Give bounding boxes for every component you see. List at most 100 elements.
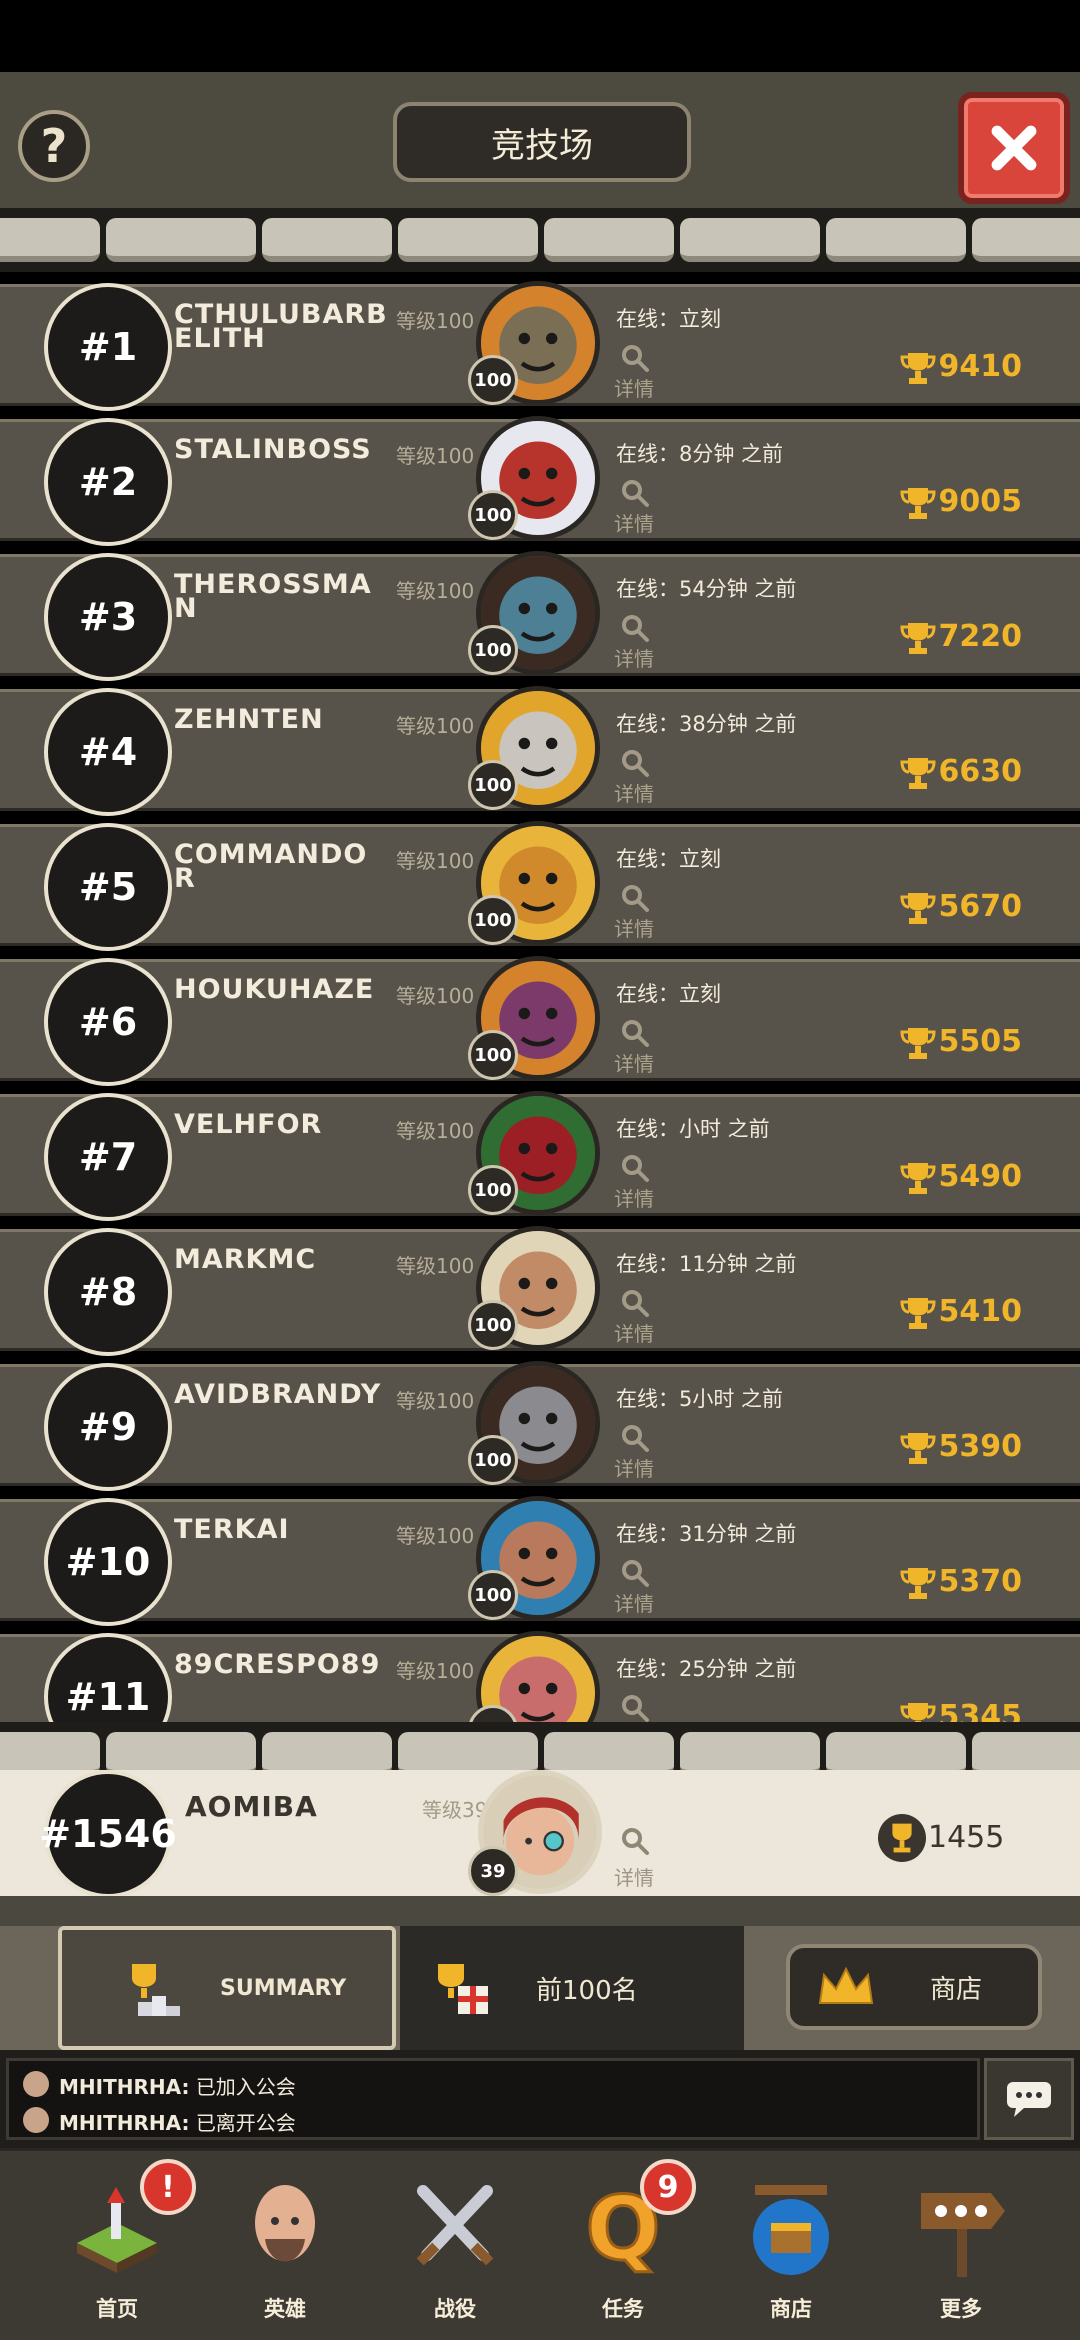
player-level: 等级100 [396, 984, 475, 1008]
rank-number: #4 [44, 688, 172, 816]
online-status: 在线：54分钟 之前 [616, 577, 797, 601]
search-icon[interactable] [620, 1826, 650, 1856]
detail-link[interactable]: 详情 [614, 508, 654, 537]
nav-quests[interactable]: Q 9 任务 [538, 2151, 708, 2340]
trophy-icon [900, 893, 936, 924]
my-level-badge: 39 [468, 1846, 518, 1896]
detail-link[interactable]: 详情 [614, 1183, 654, 1212]
search-icon[interactable] [620, 1018, 650, 1048]
nav-home-label: 首页 [96, 2297, 138, 2321]
nav-campaign[interactable]: 战役 [370, 2151, 540, 2340]
search-icon[interactable] [620, 1423, 650, 1453]
player-name: TERKAI [174, 1514, 290, 1545]
quests-count-badge: 9 [640, 2159, 696, 2215]
leaderboard-row[interactable]: #2 STALINBOSS 等级100 100 在线：8分钟 之前 详情 9005 [0, 416, 1080, 546]
search-icon[interactable] [620, 478, 650, 508]
trophy-score: 7220 [938, 619, 1023, 654]
detail-link[interactable]: 详情 [614, 1453, 654, 1482]
chat-avatar-icon [23, 2107, 49, 2133]
detail-link[interactable]: 详情 [614, 1588, 654, 1617]
my-score: 1455 [928, 1820, 1005, 1855]
chat-bar: MHITHRHA: 已加入公会 MHITHRHA: 已离开公会 [0, 2050, 1080, 2148]
leaderboard-row[interactable]: #9 AVIDBRANDY 等级100 100 在线：5小时 之前 详情 5390 [0, 1361, 1080, 1491]
nav-shop-label: 商店 [770, 2297, 812, 2321]
stone-border-top [0, 208, 1080, 276]
help-button[interactable]: ? [18, 110, 90, 182]
player-name: HOUKUHAZE [174, 974, 375, 1005]
online-status: 在线：38分钟 之前 [616, 712, 797, 736]
header: ? 竞技场 [0, 72, 1080, 222]
podium-trophy-icon [132, 1964, 180, 2016]
level-badge: 100 [468, 1300, 518, 1350]
leaderboard-row[interactable]: #8 MARKMC 等级100 100 在线：11分钟 之前 详情 5410 [0, 1226, 1080, 1356]
level-badge: 100 [468, 895, 518, 945]
nav-shop[interactable]: 商店 [706, 2151, 876, 2340]
rank-number: #7 [44, 1093, 172, 1221]
trophy-gift-icon [438, 1964, 488, 2014]
player-name: CTHULUBARBELITH [174, 299, 388, 354]
search-icon[interactable] [620, 1693, 650, 1723]
leaderboard-list[interactable]: #1 CTHULUBARBELITH 等级100 100 在线：立刻 详情 9410 #2 ST… [0, 272, 1080, 1730]
search-icon[interactable] [620, 1153, 650, 1183]
my-detail-link[interactable]: 详情 [614, 1862, 654, 1891]
leaderboard-row[interactable]: #7 VELHFOR 等级100 100 在线：小时 之前 详情 5490 [0, 1091, 1080, 1221]
search-icon[interactable] [620, 883, 650, 913]
trophy-score: 5370 [938, 1564, 1023, 1599]
leaderboard-row[interactable]: #1 CTHULUBARBELITH 等级100 100 在线：立刻 详情 9410 [0, 281, 1080, 411]
detail-link[interactable]: 详情 [614, 778, 654, 807]
online-status: 在线：立刻 [616, 847, 721, 871]
search-icon[interactable] [620, 343, 650, 373]
nav-home[interactable]: ! 首页 [32, 2151, 202, 2340]
chat-button[interactable] [984, 2058, 1074, 2140]
detail-link[interactable]: 详情 [614, 373, 654, 402]
my-rank-row[interactable]: #1546 AOMIBA 等级39 39 详情 1455 [0, 1770, 1080, 1898]
my-level: 等级39 [422, 1798, 488, 1822]
player-name: STALINBOSS [174, 434, 372, 465]
detail-link[interactable]: 详情 [614, 1048, 654, 1077]
player-level: 等级100 [396, 849, 475, 873]
detail-link[interactable]: 详情 [614, 1318, 654, 1347]
rank-number: #6 [44, 958, 172, 1086]
tab-summary-label: SUMMARY [220, 1975, 347, 2001]
trophy-score: 5505 [938, 1024, 1023, 1059]
search-icon[interactable] [620, 748, 650, 778]
search-icon[interactable] [620, 1558, 650, 1588]
leaderboard-row[interactable]: #6 HOUKUHAZE 等级100 100 在线：立刻 详情 5505 [0, 956, 1080, 1086]
leaderboard-row[interactable]: #3 THEROSSMAN 等级100 100 在线：54分钟 之前 详情 7220 [0, 551, 1080, 681]
detail-link[interactable]: 详情 [614, 913, 654, 942]
player-level: 等级100 [396, 1389, 475, 1413]
tab-bar: SUMMARY 前100名 商店 [0, 1926, 1080, 2050]
player-level: 等级100 [396, 1659, 475, 1683]
tab-shop[interactable]: 商店 [786, 1944, 1042, 2030]
status-bar [0, 0, 1080, 72]
leaderboard-row[interactable]: #1189CRESPO89等级100100在线：25分钟 之前详情5345 [0, 1631, 1080, 1730]
tab-top100-label: 前100名 [536, 1975, 638, 2006]
search-icon[interactable] [620, 1288, 650, 1318]
rank-number: #1 [44, 283, 172, 411]
trophy-score: 5390 [938, 1429, 1023, 1464]
detail-link[interactable]: 详情 [614, 643, 654, 672]
leaderboard-row[interactable]: #10 TERKAI 等级100 100 在线：31分钟 之前 详情 5370 [0, 1496, 1080, 1626]
online-status: 在线：立刻 [616, 982, 721, 1006]
online-status: 在线：5小时 之前 [616, 1387, 784, 1411]
player-name: VELHFOR [174, 1109, 323, 1140]
leaderboard-row[interactable]: #4 ZEHNTEN 等级100 100 在线：38分钟 之前 详情 6630 [0, 686, 1080, 816]
chat-messages[interactable]: MHITHRHA: 已加入公会 MHITHRHA: 已离开公会 [6, 2058, 980, 2140]
page-title: 竞技场 [393, 102, 691, 182]
nav-heroes[interactable]: 英雄 [200, 2151, 370, 2340]
more-signpost-icon [921, 2193, 1005, 2277]
close-button[interactable] [958, 92, 1070, 204]
trophy-icon [900, 758, 936, 789]
level-badge: 100 [468, 1165, 518, 1215]
player-name: ZEHNTEN [174, 704, 324, 735]
tab-summary[interactable]: SUMMARY [58, 1926, 396, 2050]
leaderboard-row[interactable]: #5 COMMANDOR 等级100 100 在线：立刻 详情 5670 [0, 821, 1080, 951]
player-level: 等级100 [396, 309, 475, 333]
nav-more[interactable]: 更多 [876, 2151, 1046, 2340]
trophy-icon [900, 1433, 936, 1464]
chat-bubble-icon [1007, 2082, 1051, 2117]
close-icon [991, 125, 1037, 171]
tab-top100[interactable]: 前100名 [400, 1926, 744, 2050]
search-icon[interactable] [620, 613, 650, 643]
trophy-icon [878, 1814, 926, 1862]
